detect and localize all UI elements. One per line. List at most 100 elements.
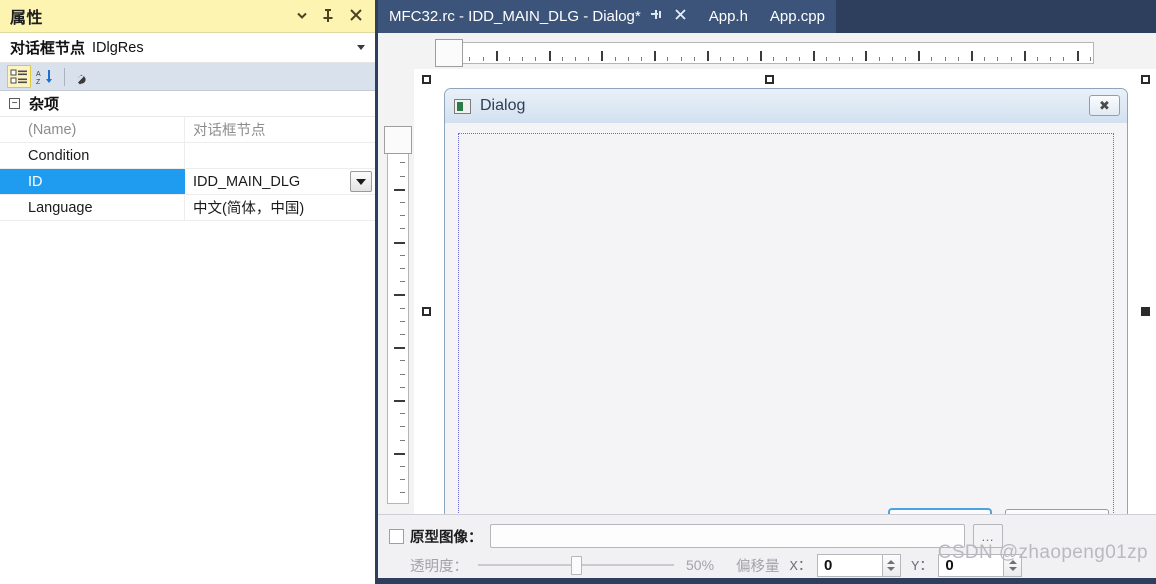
ruler-tick — [561, 57, 563, 61]
ruler-tick — [400, 426, 405, 428]
tab-app-cpp[interactable]: App.cpp — [758, 0, 836, 33]
transparency-slider[interactable] — [478, 556, 674, 575]
object-selector[interactable]: 对话框节点 IDlgRes — [0, 33, 375, 63]
chevron-down-icon[interactable] — [887, 566, 896, 571]
close-icon[interactable] — [349, 8, 363, 24]
chevron-up-icon[interactable] — [887, 559, 896, 564]
offset-x-label: X： — [789, 559, 812, 575]
ruler-tick — [878, 57, 880, 61]
ruler-tick — [522, 57, 524, 61]
design-canvas[interactable]: Dialog ✖ 确定 取消 — [414, 69, 1156, 514]
dialog-app-icon — [454, 98, 471, 114]
dialog-client-area[interactable]: 确定 取消 — [445, 123, 1127, 514]
property-name: Condition — [0, 143, 185, 168]
dialog-title: Dialog — [480, 97, 526, 114]
dialog-selection-wrapper: Dialog ✖ 确定 取消 — [422, 75, 1150, 514]
chevron-down-icon[interactable] — [295, 8, 309, 24]
ruler-tick — [627, 57, 629, 61]
offset-x-stepper[interactable]: 0 — [816, 553, 901, 577]
property-name: (Name) — [0, 117, 185, 142]
offset-y-spin-arrows[interactable] — [1004, 553, 1023, 577]
app-window: 属性 对话框节点 IDlgRes A Z − 杂项 (Name) 对话框节点 C… — [0, 0, 1156, 584]
properties-wrench-button[interactable] — [72, 65, 96, 88]
ruler-tick — [997, 57, 999, 61]
ruler-tick — [720, 57, 722, 61]
ruler-tick — [535, 57, 537, 61]
ruler-tick — [812, 51, 815, 61]
ruler-tick — [1076, 51, 1079, 61]
ruler-tick — [394, 452, 405, 455]
ruler-tick — [773, 57, 774, 61]
ruler-tick — [394, 347, 405, 350]
toolbar-separator — [64, 67, 65, 86]
group-expander-icon[interactable]: − — [9, 98, 20, 109]
offset-x-input[interactable]: 0 — [816, 553, 883, 577]
resize-handle-top-left[interactable] — [422, 75, 431, 84]
object-selector-chevron-down-icon[interactable] — [357, 45, 365, 50]
resize-handle-top-center[interactable] — [765, 75, 774, 84]
table-row[interactable]: (Name) 对话框节点 — [0, 117, 375, 143]
tab-label: App.h — [708, 8, 748, 25]
ruler-tick — [707, 51, 709, 61]
categorized-view-button[interactable] — [7, 65, 31, 88]
ruler-tick — [400, 175, 405, 177]
property-value[interactable]: 中文(简体，中国) — [185, 195, 375, 220]
horizontal-ruler[interactable] — [378, 33, 1156, 69]
tab-label: App.cpp — [769, 8, 825, 25]
ruler-tick — [1089, 57, 1091, 61]
ruler-tick — [839, 57, 840, 61]
resize-handle-top-right[interactable] — [1141, 75, 1150, 84]
offset-x-spin-arrows[interactable] — [882, 553, 901, 577]
ruler-tick — [1037, 57, 1038, 61]
properties-grid: − 杂项 (Name) 对话框节点 Condition ID IDD_MAIN_… — [0, 91, 375, 584]
table-row[interactable]: Condition — [0, 143, 375, 169]
dialog-close-icon[interactable]: ✖ — [1089, 95, 1120, 116]
alphabetical-sort-button[interactable]: A Z — [33, 65, 57, 88]
ruler-tick — [984, 57, 986, 61]
prototype-image-row: 原型图像： … — [378, 524, 1156, 548]
dialog-caption-bar: Dialog ✖ — [445, 89, 1127, 123]
pin-icon[interactable] — [650, 8, 663, 25]
property-group-header[interactable]: − 杂项 — [0, 91, 375, 117]
dialog-designer-surface[interactable]: Dialog ✖ 确定 取消 — [378, 33, 1156, 514]
ruler-tick — [394, 241, 405, 244]
chevron-up-icon[interactable] — [1008, 559, 1017, 564]
dialog-preview[interactable]: Dialog ✖ 确定 取消 — [444, 88, 1128, 514]
offset-y-stepper[interactable]: 0 — [938, 553, 1023, 577]
ruler-tick — [918, 51, 921, 61]
chevron-down-icon[interactable] — [1008, 566, 1017, 571]
tab-dialog-editor[interactable]: MFC32.rc - IDD_MAIN_DLG - Dialog* — [378, 0, 698, 33]
ruler-tick — [971, 51, 973, 61]
vertical-ruler[interactable] — [378, 69, 414, 514]
slider-thumb[interactable] — [571, 556, 582, 575]
resize-handle-middle-right[interactable] — [1141, 307, 1150, 316]
property-value[interactable] — [185, 143, 375, 168]
close-icon[interactable] — [674, 8, 687, 25]
resize-handle-middle-left[interactable] — [422, 307, 431, 316]
ruler-tick — [400, 360, 405, 362]
ruler-tick — [394, 400, 405, 402]
prototype-image-checkbox[interactable] — [389, 528, 404, 544]
object-id-label: IDlgRes — [92, 39, 144, 56]
property-name: Language — [0, 195, 185, 220]
ruler-tick — [400, 334, 405, 335]
property-value[interactable]: 对话框节点 — [185, 117, 375, 142]
chevron-down-icon — [356, 178, 366, 185]
ruler-tick — [400, 281, 405, 283]
ruler-tick — [394, 294, 405, 297]
ruler-tick — [400, 215, 405, 217]
prototype-image-bar: 原型图像： … 透明度： 50% 偏移量 X： 0 Y： 0 CSDN @zha… — [378, 514, 1156, 578]
ruler-tick — [759, 51, 762, 61]
prototype-path-input[interactable] — [489, 524, 965, 548]
property-dropdown-button[interactable] — [350, 171, 372, 192]
pin-icon[interactable] — [322, 8, 336, 24]
ruler-tick — [588, 57, 590, 61]
ruler-origin-box — [435, 39, 463, 67]
table-row[interactable]: Language 中文(简体，中国) — [0, 195, 375, 221]
tab-app-h[interactable]: App.h — [697, 0, 759, 33]
properties-toolbar: A Z — [0, 63, 375, 91]
property-value[interactable]: IDD_MAIN_DLG — [185, 169, 375, 194]
table-row-selected[interactable]: ID IDD_MAIN_DLG — [0, 169, 375, 195]
browse-button[interactable]: … — [972, 524, 1003, 548]
offset-y-input[interactable]: 0 — [938, 553, 1005, 577]
